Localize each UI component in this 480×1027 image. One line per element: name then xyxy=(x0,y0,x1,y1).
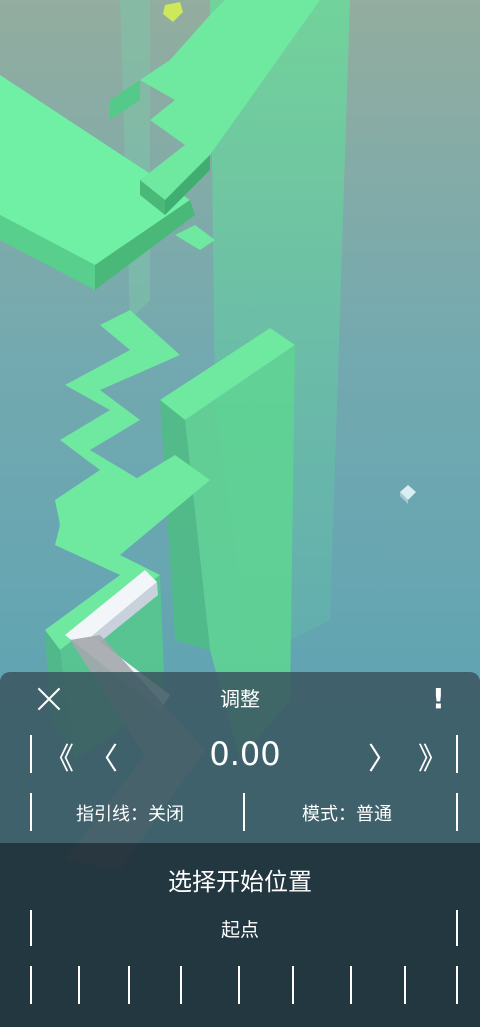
fast-forward-button[interactable]: 》 xyxy=(418,734,448,778)
checkpoint-divider xyxy=(350,966,352,1004)
checkpoint-divider xyxy=(128,966,130,1004)
checkpoint-divider xyxy=(180,966,182,1004)
checkpoint-divider xyxy=(30,966,32,1004)
checkpoint-divider xyxy=(238,966,240,1004)
step-forward-button[interactable]: 〉 xyxy=(368,734,398,778)
checkpoint-divider xyxy=(456,966,458,1004)
fast-back-button[interactable]: 《 xyxy=(44,734,74,778)
start-panel-title: 选择开始位置 xyxy=(168,868,312,896)
divider xyxy=(456,910,458,946)
panel-title: 调整 xyxy=(220,687,260,711)
guide-line-toggle[interactable]: 指引线：关闭 xyxy=(76,800,184,826)
divider xyxy=(30,735,32,773)
checkpoint-divider xyxy=(292,966,294,1004)
offset-value: 0.00 xyxy=(209,735,281,773)
checkpoint-divider xyxy=(404,966,406,1004)
divider xyxy=(30,793,32,831)
divider xyxy=(456,793,458,831)
mode-toggle[interactable]: 模式：普通 xyxy=(302,800,392,826)
divider xyxy=(456,735,458,773)
checkpoint-divider xyxy=(78,966,80,1004)
start-point-button[interactable]: 起点 xyxy=(0,915,480,942)
info-button[interactable]: ! xyxy=(432,682,445,715)
step-back-button[interactable]: 〈 xyxy=(88,734,118,778)
divider xyxy=(243,793,245,831)
